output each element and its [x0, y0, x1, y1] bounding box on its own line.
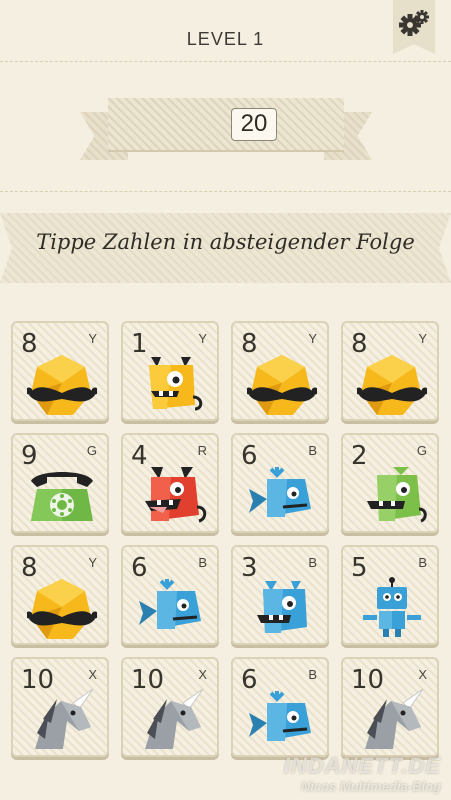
tile-letter: B — [308, 667, 317, 682]
tile-letter: X — [88, 667, 97, 682]
tile-grid: 8Y 1Y 8Y 8Y 9G 4R 6B 2 G 8 Y 6 B 3 B 5 B… — [11, 321, 441, 779]
blue-whale-icon — [139, 579, 201, 629]
tile-letter: B — [308, 555, 317, 570]
tile[interactable]: 6B — [121, 545, 219, 645]
tile[interactable]: 6B — [231, 657, 329, 757]
gears-icon — [399, 10, 429, 36]
instruction-text: Tippe Zahlen in absteigender Folge — [36, 230, 415, 254]
mustache-gem-icon — [27, 355, 97, 415]
tile[interactable]: 8Y — [11, 321, 109, 421]
tile[interactable]: 4R — [121, 433, 219, 533]
green-monster-icon — [367, 467, 427, 523]
divider — [0, 191, 451, 192]
tile-letter: Y — [198, 331, 207, 346]
tile-letter: B — [308, 443, 317, 458]
score-value: 20 — [231, 108, 277, 141]
blue-whale-icon — [249, 467, 311, 517]
mustache-gem-icon — [357, 355, 427, 415]
tile-letter: B — [198, 555, 207, 570]
tile[interactable]: 8Y — [11, 545, 109, 645]
tile[interactable]: 5B — [341, 545, 439, 645]
blue-whale-icon — [249, 691, 311, 741]
tile-letter: Y — [88, 331, 97, 346]
grey-unicorn-icon — [145, 689, 204, 749]
tile-letter: X — [198, 667, 207, 682]
level-title: LEVEL 1 — [186, 29, 265, 49]
tile-letter: X — [418, 667, 427, 682]
mustache-gem-icon — [27, 579, 97, 639]
tile[interactable]: 1Y — [121, 321, 219, 421]
grey-unicorn-icon — [365, 689, 424, 749]
tile-letter: Y — [88, 555, 97, 570]
tile[interactable]: 6B — [231, 433, 329, 533]
tile-letter: G — [416, 443, 427, 458]
tile-letter: Y — [308, 331, 317, 346]
watermark-line2: Nicos Multimedia-Blog — [300, 779, 441, 794]
tile-letter: B — [418, 555, 427, 570]
tile[interactable]: 10 X — [341, 657, 439, 757]
tile[interactable]: 2G — [341, 433, 439, 533]
divider — [0, 61, 451, 62]
tile[interactable]: 8Y — [341, 321, 439, 421]
tile[interactable]: 10 X — [121, 657, 219, 757]
watermark-line1: INDANETT.DE — [283, 753, 441, 778]
tile-letter: G — [86, 443, 97, 458]
yellow-monster-icon — [149, 357, 203, 411]
blue-monster-icon — [257, 581, 307, 633]
grey-unicorn-icon — [35, 689, 94, 749]
tile[interactable]: 8Y — [231, 321, 329, 421]
blue-robot-icon — [363, 577, 421, 637]
mustache-gem-icon — [247, 355, 317, 415]
green-telephone-icon — [31, 472, 93, 521]
tile-letter: R — [197, 443, 207, 458]
score-ribbon: 20 — [80, 98, 372, 160]
tile[interactable]: 10 X — [11, 657, 109, 757]
ribbon-main: 20 — [108, 98, 344, 150]
tile[interactable]: 9G — [11, 433, 109, 533]
red-devil-icon — [145, 467, 207, 523]
header: LEVEL 1 — [0, 0, 451, 76]
watermark: INDANETT.DE Nicos Multimedia-Blog — [284, 753, 441, 794]
tile-letter: Y — [418, 331, 427, 346]
tile[interactable]: 3B — [231, 545, 329, 645]
